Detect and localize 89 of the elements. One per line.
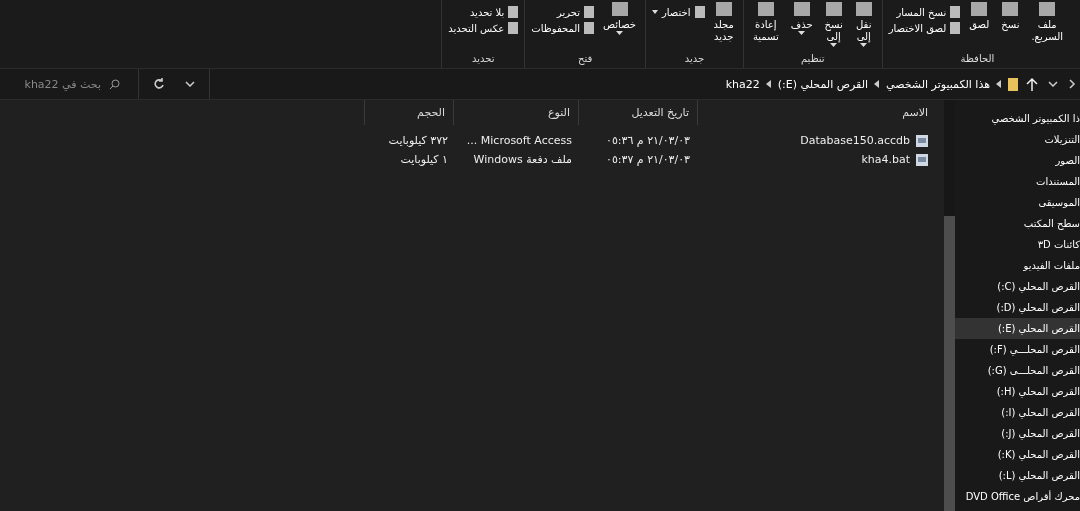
sidebar-item[interactable]: كائنات ٣D xyxy=(955,234,1080,255)
group-label: تحديد xyxy=(471,53,496,66)
file-icon xyxy=(916,134,928,147)
sidebar-item[interactable]: القرص المحلـــى (G:) xyxy=(955,360,1080,381)
document-icon xyxy=(950,22,961,34)
sidebar-item[interactable]: القرص المحلي (K:) xyxy=(955,444,1080,465)
document-icon xyxy=(610,2,629,16)
group-label: تنظيم xyxy=(799,53,826,67)
sidebar-item[interactable]: المستندات xyxy=(955,171,1080,192)
refresh-icon[interactable] xyxy=(153,78,165,90)
document-icon xyxy=(508,22,519,34)
sidebar-item[interactable]: التنزيلات xyxy=(955,129,1080,150)
column-header[interactable]: الاسم xyxy=(697,100,936,125)
file-icon xyxy=(916,153,928,166)
group-label: الحافظة xyxy=(959,53,996,66)
chevron-icon xyxy=(874,80,881,88)
sidebar-item[interactable]: الصور xyxy=(955,150,1080,171)
table-cell-text: ٣٧٢ كيلوبايت xyxy=(387,134,449,147)
breadcrumb-item[interactable]: هذا الكمبيوتر الشخصي xyxy=(886,77,990,91)
caret-icon xyxy=(616,31,623,35)
column-header[interactable]: الحجم xyxy=(364,100,453,125)
sidebar-item[interactable]: ذا الكمبيوتر الشخصي xyxy=(955,108,1080,129)
breadcrumb-item[interactable]: kha22 xyxy=(725,77,760,91)
document-icon xyxy=(970,2,989,16)
caret-icon xyxy=(652,10,658,14)
sidebar-item[interactable]: القرص المحلي (L:) xyxy=(955,465,1080,486)
folder-icon xyxy=(1008,77,1018,91)
ribbon-button[interactable]: إعادة تسمية xyxy=(749,0,782,45)
chevron-down-icon[interactable] xyxy=(1048,81,1058,87)
caret-icon xyxy=(830,43,838,47)
ribbon-button[interactable]: نسخ المسار xyxy=(888,6,961,18)
chevron-down-icon[interactable] xyxy=(185,81,195,87)
ribbon-button[interactable]: ملف السريع. xyxy=(1028,0,1066,45)
column-header[interactable]: تاريخ التعديل xyxy=(578,100,697,125)
ribbon-button[interactable]: نسخ إلى xyxy=(821,0,846,49)
ribbon-button[interactable]: نقل إلى xyxy=(851,0,876,49)
ribbon-button[interactable]: لصق xyxy=(966,0,993,33)
search-field[interactable]: بحث في kha22 xyxy=(19,76,103,92)
scrollbar-thumb[interactable] xyxy=(944,216,955,511)
sidebar-item[interactable]: القرص المحلي (J:) xyxy=(955,423,1080,444)
sidebar-item[interactable]: القرص المحلـــي (F:) xyxy=(955,339,1080,360)
ribbon-button[interactable]: عكس التحديد xyxy=(448,22,519,34)
ribbon-button[interactable]: نسخ xyxy=(998,0,1023,33)
sidebar-item[interactable]: القرص المحلي (I:) xyxy=(955,402,1080,423)
document-icon xyxy=(792,2,811,16)
ribbon-button[interactable]: اختصار xyxy=(652,6,705,18)
document-icon xyxy=(694,6,705,18)
sidebar-item[interactable]: محرك أقراص DVD Office xyxy=(955,486,1080,507)
document-icon xyxy=(1038,2,1057,16)
table-cell-text: ١ كيلوبايت xyxy=(399,153,449,166)
document-icon xyxy=(756,2,775,16)
sidebar-item[interactable]: القرص المحلي (E:) xyxy=(955,318,1080,339)
table-cell-text: ٢١/٠٣/٠٣ م ٠٥:٣٦ xyxy=(604,134,691,147)
file-name[interactable]: Database150.accdb xyxy=(800,134,910,147)
ribbon-button[interactable]: المحفوظات xyxy=(531,22,595,34)
chevron-icon xyxy=(996,80,1002,88)
file-name[interactable]: kha4.bat xyxy=(861,153,910,166)
document-icon xyxy=(584,22,595,34)
document-icon xyxy=(1001,2,1020,16)
ribbon-button[interactable]: بلا تحديد xyxy=(448,6,519,18)
document-icon xyxy=(950,6,961,18)
table-cell-text: ٢١/٠٣/٠٣ م ٠٥:٣٧ xyxy=(604,153,691,166)
column-header[interactable]: النوع xyxy=(453,100,578,125)
table-cell-text: Microsoft Access ... xyxy=(465,134,573,147)
ribbon-button[interactable]: تحرير xyxy=(531,6,595,18)
caret-icon xyxy=(798,31,806,35)
search-icon xyxy=(109,78,120,90)
up-arrow-icon[interactable] xyxy=(1026,77,1038,91)
ribbon-button[interactable]: حذف xyxy=(787,0,816,37)
ribbon-button[interactable]: مجلد جديد xyxy=(710,0,737,45)
sidebar-item[interactable]: القرص المحلي (H:) xyxy=(955,381,1080,402)
document-icon xyxy=(508,6,519,18)
document-icon xyxy=(584,6,595,18)
group-label: فتح xyxy=(577,53,594,67)
sidebar-item[interactable]: القرص المحلي (C:) xyxy=(955,276,1080,297)
sidebar-item[interactable]: الموسيقى xyxy=(955,192,1080,213)
sidebar-item[interactable]: القرص المحلي (D:) xyxy=(955,297,1080,318)
sidebar-item[interactable]: ملفات الفيديو xyxy=(955,255,1080,276)
sidebar-item[interactable]: سطح المكتب xyxy=(955,213,1080,234)
document-icon xyxy=(854,2,873,16)
group-label: جديد xyxy=(683,53,706,66)
ribbon-button[interactable]: لصق الاختصار xyxy=(888,22,961,34)
table-cell-text: ملف دفعة Windows xyxy=(472,153,573,166)
breadcrumb-item[interactable]: القرص المحلي (E:) xyxy=(777,77,869,91)
document-icon xyxy=(714,2,733,16)
ribbon-button[interactable]: خصائص xyxy=(600,0,639,37)
document-icon xyxy=(824,2,843,16)
chevron-icon xyxy=(765,80,772,88)
caret-icon xyxy=(860,43,868,47)
